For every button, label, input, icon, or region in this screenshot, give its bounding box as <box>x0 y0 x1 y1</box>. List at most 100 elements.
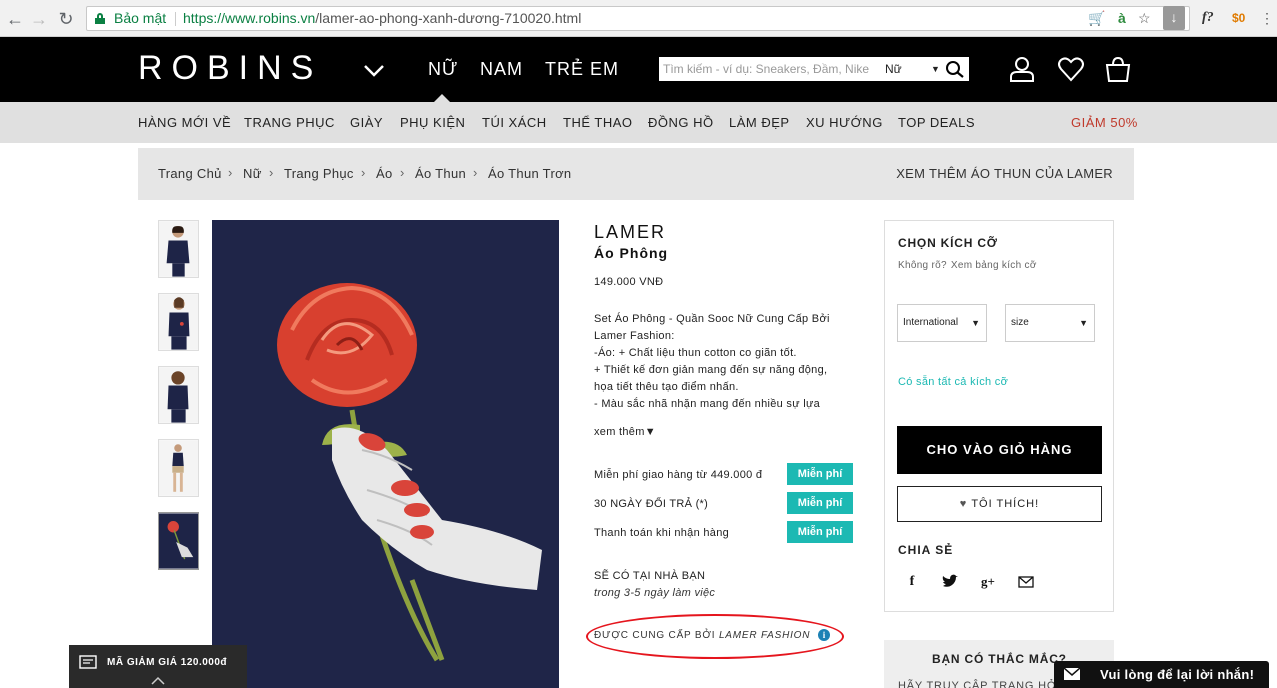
see-more-brand-link[interactable]: XEM THÊM ÁO THUN CỦA LAMER <box>896 166 1113 181</box>
account-icon[interactable] <box>1008 55 1036 83</box>
product-description: Set Áo Phông - Quần Sooc Nữ Cung Cấp Bởi… <box>594 311 854 413</box>
url-text[interactable]: https://www.robins.vn/lamer-ao-phong-xan… <box>183 7 581 30</box>
category-trends[interactable]: XU HƯỚNG <box>806 115 883 130</box>
category-sale[interactable]: GIẢM 50% <box>1071 115 1138 130</box>
search-gender-value: Nữ <box>885 62 902 76</box>
product-price: 149.000 VNĐ <box>594 276 664 288</box>
chevron-down-icon[interactable] <box>363 59 385 81</box>
wishlist-heart-icon[interactable] <box>1057 55 1085 83</box>
coupon-icon <box>79 655 97 669</box>
reload-icon[interactable]: ↻ <box>55 8 77 30</box>
bookmark-star-icon[interactable]: ☆ <box>1138 7 1151 29</box>
coupon-extension-icon[interactable]: $0 <box>1232 7 1245 29</box>
like-button[interactable]: ♥ TÔI THÍCH! <box>897 486 1102 522</box>
free-badge: Miễn phí <box>787 492 853 514</box>
faq-link[interactable]: HÃY TRUY CẬP TRANG HỎI <box>898 680 1060 688</box>
perk-returns: 30 NGÀY ĐỔI TRẢ (*) <box>594 498 709 510</box>
download-extension-icon[interactable]: ↓ <box>1163 6 1185 30</box>
product-name: Áo Phông <box>594 245 669 261</box>
nav-women[interactable]: NỮ <box>428 59 458 80</box>
active-nav-indicator <box>434 94 450 102</box>
search-gender-select[interactable]: Nữ ▼ <box>885 57 941 81</box>
category-watches[interactable]: ĐỒNG HỒ <box>648 115 714 130</box>
description-line: + Thiết kế đơn giản mang đến sự năng độn… <box>594 364 828 376</box>
size-select[interactable]: size ▼ <box>1005 304 1095 342</box>
browser-toolbar: ← → ↻ Bảo mật https://www.robins.vn/lame… <box>0 0 1277 37</box>
shopping-bag-icon[interactable] <box>1104 55 1132 83</box>
cart-extension-icon[interactable]: 🛒 <box>1088 7 1105 29</box>
facebook-icon[interactable]: f <box>903 573 921 591</box>
description-line: -Áo: + Chất liệu thun cotton co giãn tốt… <box>594 347 797 359</box>
chat-widget[interactable]: Vui lòng để lại lời nhắn! <box>1054 661 1269 688</box>
breadcrumb-plain-tshirts[interactable]: Áo Thun Trơn <box>488 166 571 181</box>
see-more-link[interactable]: xem thêm▼ <box>594 426 656 438</box>
free-badge: Miễn phí <box>787 463 853 485</box>
share-title: CHIA SẺ <box>898 543 954 557</box>
search-input[interactable] <box>659 57 881 81</box>
category-accessories[interactable]: PHỤ KIỆN <box>400 115 465 130</box>
chevron-up-icon[interactable] <box>151 676 165 686</box>
size-system-value: International <box>903 317 959 328</box>
category-clothing[interactable]: TRANG PHỤC <box>244 115 335 130</box>
breadcrumb-home[interactable]: Trang Chủ <box>158 166 222 181</box>
chevron-right-icon: › <box>269 165 274 180</box>
like-label: TÔI THÍCH! <box>971 498 1040 510</box>
breadcrumb-women[interactable]: Nữ <box>243 166 262 181</box>
breadcrumb: Trang Chủ › Nữ › Trang Phục › Áo › Áo Th… <box>138 148 1134 200</box>
back-icon[interactable]: ← <box>4 8 26 30</box>
google-plus-icon[interactable]: g+ <box>979 573 997 591</box>
nav-men[interactable]: NAM <box>480 59 523 80</box>
product-thumbnail-3[interactable] <box>158 366 199 424</box>
chevron-right-icon: › <box>473 165 478 180</box>
address-bar[interactable]: Bảo mật https://www.robins.vn/lamer-ao-p… <box>86 6 1190 31</box>
twitter-icon[interactable] <box>941 573 959 591</box>
faq-title: BẠN CÓ THẮC MẮC? <box>932 652 1067 666</box>
product-thumbnail-2[interactable] <box>158 293 199 351</box>
nav-kids[interactable]: TRẺ EM <box>545 59 619 80</box>
size-help: Không rõ? Xem bảng kích cỡ <box>898 260 1037 271</box>
search-icon[interactable] <box>945 60 965 78</box>
envelope-icon <box>1064 668 1080 680</box>
free-badge: Miễn phí <box>787 521 853 543</box>
perk-cod: Thanh toán khi nhận hàng <box>594 527 730 539</box>
menu-icon[interactable]: ⋮ <box>1260 7 1274 29</box>
translate-extension-icon[interactable]: à <box>1118 7 1126 29</box>
category-beauty[interactable]: LÀM ĐẸP <box>729 115 790 130</box>
size-system-select[interactable]: International ▼ <box>897 304 987 342</box>
breadcrumb-tops[interactable]: Áo <box>376 166 393 181</box>
size-title: CHỌN KÍCH CỠ <box>898 236 998 250</box>
product-thumbnail-5[interactable] <box>158 512 199 570</box>
search-box: Nữ ▼ <box>659 57 969 81</box>
add-to-cart-button[interactable]: CHO VÀO GIỎ HÀNG <box>897 426 1102 474</box>
heart-icon: ♥ <box>959 498 968 510</box>
size-help-question: Không rõ? <box>898 260 947 271</box>
lock-icon <box>95 13 105 24</box>
secure-label: Bảo mật <box>114 10 167 26</box>
product-thumbnail-4[interactable] <box>158 439 199 497</box>
delivery-title: SẼ CÓ TẠI NHÀ BẠN <box>594 570 706 582</box>
chevron-right-icon: › <box>400 165 405 180</box>
highlight-annotation <box>586 614 844 659</box>
category-new[interactable]: HÀNG MỚI VỀ <box>138 115 231 130</box>
delivery-time: trong 3-5 ngày làm việc <box>594 587 716 599</box>
coupon-bar[interactable]: MÃ GIẢM GIÁ 120.000đ <box>69 645 247 688</box>
category-bags[interactable]: TÚI XÁCH <box>482 115 547 130</box>
product-main-image[interactable] <box>212 220 559 688</box>
breadcrumb-clothing[interactable]: Trang Phục <box>284 166 354 181</box>
description-line: Set Áo Phông - Quần Sooc Nữ Cung Cấp Bởi <box>594 313 830 325</box>
size-chart-link[interactable]: Xem bảng kích cỡ <box>951 260 1037 271</box>
product-brand[interactable]: LAMER <box>594 222 666 243</box>
category-sports[interactable]: THỂ THAO <box>563 115 633 130</box>
size-panel: CHỌN KÍCH CỠ Không rõ? Xem bảng kích cỡ I… <box>884 220 1114 612</box>
font-extension-icon[interactable]: f? <box>1202 7 1214 29</box>
dropdown-arrow-icon: ▼ <box>1079 318 1088 328</box>
breadcrumb-tshirts[interactable]: Áo Thun <box>415 166 466 181</box>
perk-free-shipping: Miễn phí giao hàng từ 449.000 đ <box>594 469 763 481</box>
size-availability: Có sẵn tất cả kích cỡ <box>898 376 1009 388</box>
category-top-deals[interactable]: TOP DEALS <box>898 115 975 130</box>
product-thumbnail-1[interactable] <box>158 220 199 278</box>
site-logo[interactable]: ROBINS <box>138 49 322 88</box>
forward-icon[interactable]: → <box>28 8 50 30</box>
email-icon[interactable] <box>1017 573 1035 591</box>
category-shoes[interactable]: GIÀY <box>350 115 383 130</box>
